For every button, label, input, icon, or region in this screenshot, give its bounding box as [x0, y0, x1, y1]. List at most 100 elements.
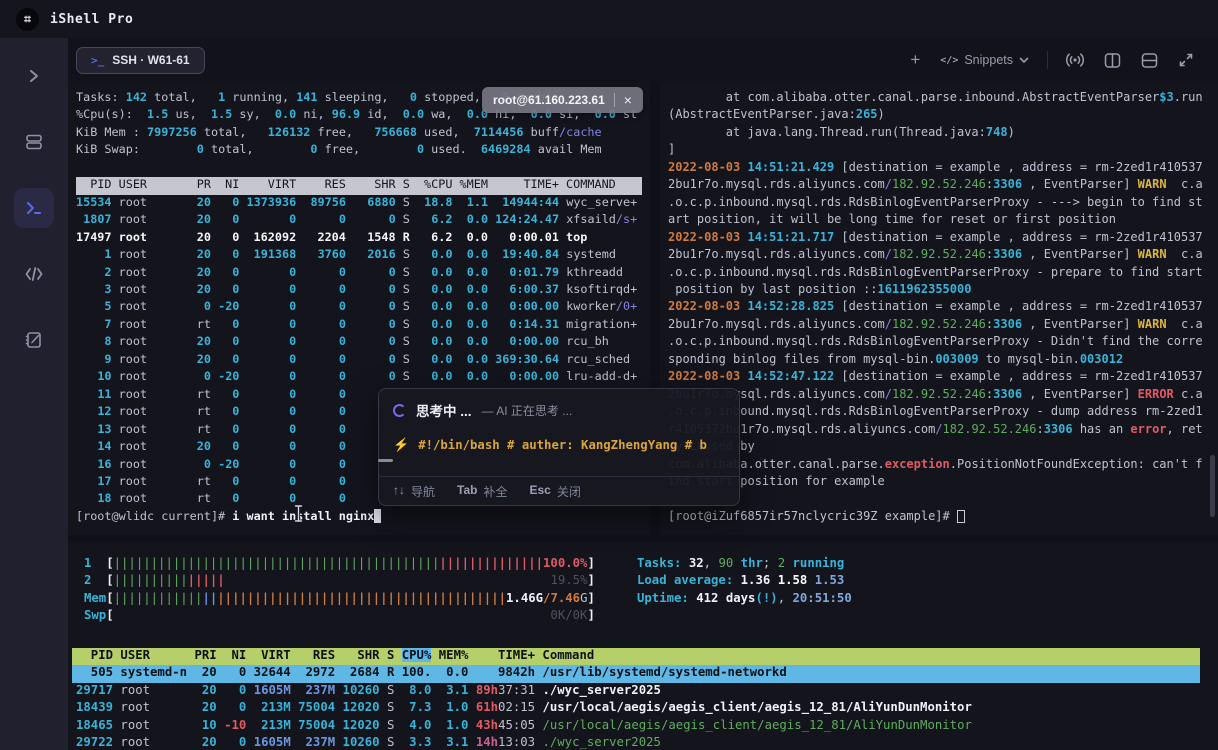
- terminal-line: 15534 root 20 0 1373936 89756 6880 S 18.…: [76, 195, 642, 212]
- hint-esc-label: 关闭: [557, 483, 581, 500]
- snippets-label: Snippets: [964, 53, 1013, 67]
- hint-tab-key: Tab: [457, 483, 477, 500]
- terminal-line: 2022-08-03 14:52:47.122 [destination = e…: [668, 369, 1210, 386]
- terminal-pane-log[interactable]: at com.alibaba.otter.canal.parse.inbound…: [660, 82, 1218, 535]
- terminal-line: 8 root 20 0 0 0 0 S 0.0 0.0 0:00.00 rcu_…: [76, 334, 642, 351]
- terminal-line: 2 root 20 0 0 0 0 S 0.0 0.0 0:01.79 kthr…: [76, 265, 642, 282]
- terminal-line: 10 root 0 -20 0 0 0 S 0.0 0.0 0:00.00 lr…: [76, 369, 642, 386]
- terminal-line: .o.c.p.inbound.mysql.rds.RdsBinlogEventP…: [668, 334, 1210, 351]
- terminal-line: 18439 root 20 0 213M 75004 12020 S 7.3 1…: [72, 700, 1200, 717]
- terminal-line: Swp[ 0K/0K]: [84, 608, 595, 625]
- terminal-line: 2bu1r7o.mysql.rds.aliyuncs.com/182.92.52…: [668, 387, 1210, 404]
- split-vertical-button[interactable]: [1094, 46, 1131, 74]
- terminal-line: 1 [|||||||||||||||||||||||||||||||||||||…: [84, 556, 595, 573]
- terminal-line: 17497 root 20 0 162092 2204 1548 R 6.2 0…: [76, 230, 642, 247]
- new-tab-button[interactable]: +: [900, 46, 930, 74]
- terminal-line: .o.c.p.inbound.mysql.rds.RdsBinlogEventP…: [668, 195, 1210, 212]
- terminal-icon: [24, 198, 44, 218]
- host-badge-text: root@61.160.223.61: [493, 93, 605, 107]
- ai-status-title: 思考中 ...: [416, 400, 472, 420]
- snippets-code-icon: </>: [940, 55, 958, 66]
- sidebar-item-snippets[interactable]: [14, 254, 54, 294]
- terminal-line: 2022-08-03 14:51:21.429 [destination = e…: [668, 160, 1210, 177]
- terminal-line: PID USER PR NI VIRT RES SHR S %CPU %MEM …: [76, 177, 642, 194]
- terminal-line: [668, 491, 1210, 508]
- text-cursor-pointer: [293, 504, 304, 523]
- hint-tab-label: 补全: [483, 483, 507, 500]
- sidebar-item-terminal[interactable]: [14, 188, 54, 228]
- ai-popup-hints: ↑↓ 导航 Tab 补全 Esc 关闭: [379, 476, 739, 505]
- broadcast-input-button[interactable]: [1056, 46, 1094, 74]
- terminal-line: PID USER PRI NI VIRT RES SHR S CPU% MEM%…: [72, 648, 1200, 665]
- terminal-line: 2bu1r7o.mysql.rds.aliyuncs.com/182.92.52…: [668, 247, 1210, 264]
- terminal-line: Uptime: 412 days(!), 20:51:50: [637, 591, 852, 608]
- terminal-pane-htop[interactable]: 1 [|||||||||||||||||||||||||||||||||||||…: [68, 542, 1218, 750]
- app-title: iShell Pro: [50, 12, 133, 27]
- close-icon[interactable]: ×: [624, 93, 632, 107]
- expand-icon: [1178, 52, 1194, 68]
- terminal-line: KiB Mem : 7997256 total, 126132 free, 75…: [76, 125, 642, 142]
- lightning-icon: ⚡: [393, 437, 409, 453]
- scrollbar-thumb[interactable]: [1210, 455, 1215, 517]
- server-stack-icon: [24, 132, 44, 152]
- tab-label: SSH · W61-61: [112, 53, 189, 67]
- tab-ssh-session[interactable]: >_ SSH · W61-61: [76, 47, 205, 74]
- terminal-line: 505 systemd-n 20 0 32644 2972 2684 R 100…: [72, 665, 1200, 682]
- ai-assistant-popup: 思考中 ... — AI 正在思考 ... ⚡ #!/bin/bash # au…: [378, 388, 740, 506]
- sidebar: [0, 38, 68, 750]
- log-output: at com.alibaba.otter.canal.parse.inbound…: [660, 82, 1218, 534]
- title-bar: ⌗ iShell Pro: [0, 0, 1218, 38]
- popup-resize-handle[interactable]: [378, 459, 393, 462]
- code-icon: [24, 264, 44, 284]
- broadcast-icon: [1066, 52, 1084, 68]
- sidebar-item-notes[interactable]: [14, 320, 54, 360]
- terminal-line: 29717 root 20 0 1605M 237M 10260 S 8.0 3…: [72, 683, 1200, 700]
- terminal-line: KiB Swap: 0 total, 0 free, 0 used. 64692…: [76, 142, 642, 159]
- notebook-edit-icon: [24, 330, 44, 350]
- terminal-line: [76, 160, 642, 177]
- terminal-line: art position, it will be long time for r…: [668, 212, 1210, 229]
- terminal-line: position by last position ::161196235500…: [668, 282, 1210, 299]
- split-rows-icon: [1141, 52, 1158, 69]
- ai-suggestion-item[interactable]: ⚡ #!/bin/bash # auther: KangZhengYang # …: [393, 437, 725, 453]
- sidebar-item-hosts[interactable]: [14, 122, 54, 162]
- terminal-line: 18465 root 10 -10 213M 75004 12020 S 4.0…: [72, 718, 1200, 735]
- host-badge: root@61.160.223.61 ×: [482, 87, 643, 113]
- hint-nav-key: ↑↓: [393, 483, 405, 500]
- terminal-line: Load average: 1.36 1.58 1.53: [637, 573, 852, 590]
- terminal-line: [root@wlidc current]# i want install ngi…: [76, 509, 642, 526]
- terminal-line: ry caused by: [668, 439, 1210, 456]
- split-columns-icon: [1104, 52, 1121, 69]
- pane-divider[interactable]: [68, 535, 1218, 542]
- terminal-line: 2022-08-03 14:51:21.717 [destination = e…: [668, 230, 1210, 247]
- terminal-line: 7 root rt 0 0 0 0 S 0.0 0.0 0:14.31 migr…: [76, 317, 642, 334]
- terminal-line: r4105372bu1r7o.mysql.rds.aliyuncs.com/18…: [668, 422, 1210, 439]
- app-window: ⌗ iShell Pro >_ SSH ·: [0, 0, 1218, 750]
- host-badge-divider: [614, 93, 615, 107]
- htop-meters: 1 [|||||||||||||||||||||||||||||||||||||…: [84, 556, 595, 626]
- terminal-line: com.alibaba.otter.canal.parse.exception.…: [668, 457, 1210, 474]
- maximize-button[interactable]: [1168, 46, 1204, 74]
- snippets-dropdown[interactable]: </> Snippets: [930, 46, 1039, 74]
- terminal-line: at com.alibaba.otter.canal.parse.inbound…: [668, 90, 1210, 107]
- toolbar-divider: [1047, 51, 1048, 69]
- terminal-line: sponding binlog files from mysql-bin.003…: [668, 352, 1210, 369]
- split-horizontal-button[interactable]: [1131, 46, 1168, 74]
- terminal-line: ]: [668, 142, 1210, 159]
- terminal-line: .o.c.p.inbound.mysql.rds.RdsBinlogEventP…: [668, 404, 1210, 421]
- ai-suggestion-text: #!/bin/bash # auther: KangZhengYang # b: [418, 438, 707, 452]
- htop-summary: Tasks: 32, 90 thr; 2 runningLoad average…: [637, 556, 852, 608]
- terminal-line: Tasks: 32, 90 thr; 2 running: [637, 556, 852, 573]
- terminal-line: [root@iZuf6857ir57nclycric39Z example]#: [668, 509, 1210, 526]
- terminal-line: at java.lang.Thread.run(Thread.java:748): [668, 125, 1210, 142]
- ai-status-subtitle: — AI 正在思考 ...: [482, 402, 573, 419]
- chevron-right-icon: [26, 68, 42, 84]
- sidebar-collapse-button[interactable]: [14, 56, 54, 96]
- terminal-line: 1807 root 20 0 0 0 0 S 6.2 0.0 124:24.47…: [76, 212, 642, 229]
- terminal-line: 9 root 20 0 0 0 0 S 0.0 0.0 369:30.64 rc…: [76, 352, 642, 369]
- tab-bar: >_ SSH · W61-61 + </> Snippets: [68, 38, 1218, 82]
- terminal-line: .o.c.p.inbound.mysql.rds.RdsBinlogEventP…: [668, 265, 1210, 282]
- hint-nav-label: 导航: [411, 483, 435, 500]
- hint-esc-key: Esc: [529, 483, 550, 500]
- terminal-line: 5 root 0 -20 0 0 0 S 0.0 0.0 0:00.00 kwo…: [76, 299, 642, 316]
